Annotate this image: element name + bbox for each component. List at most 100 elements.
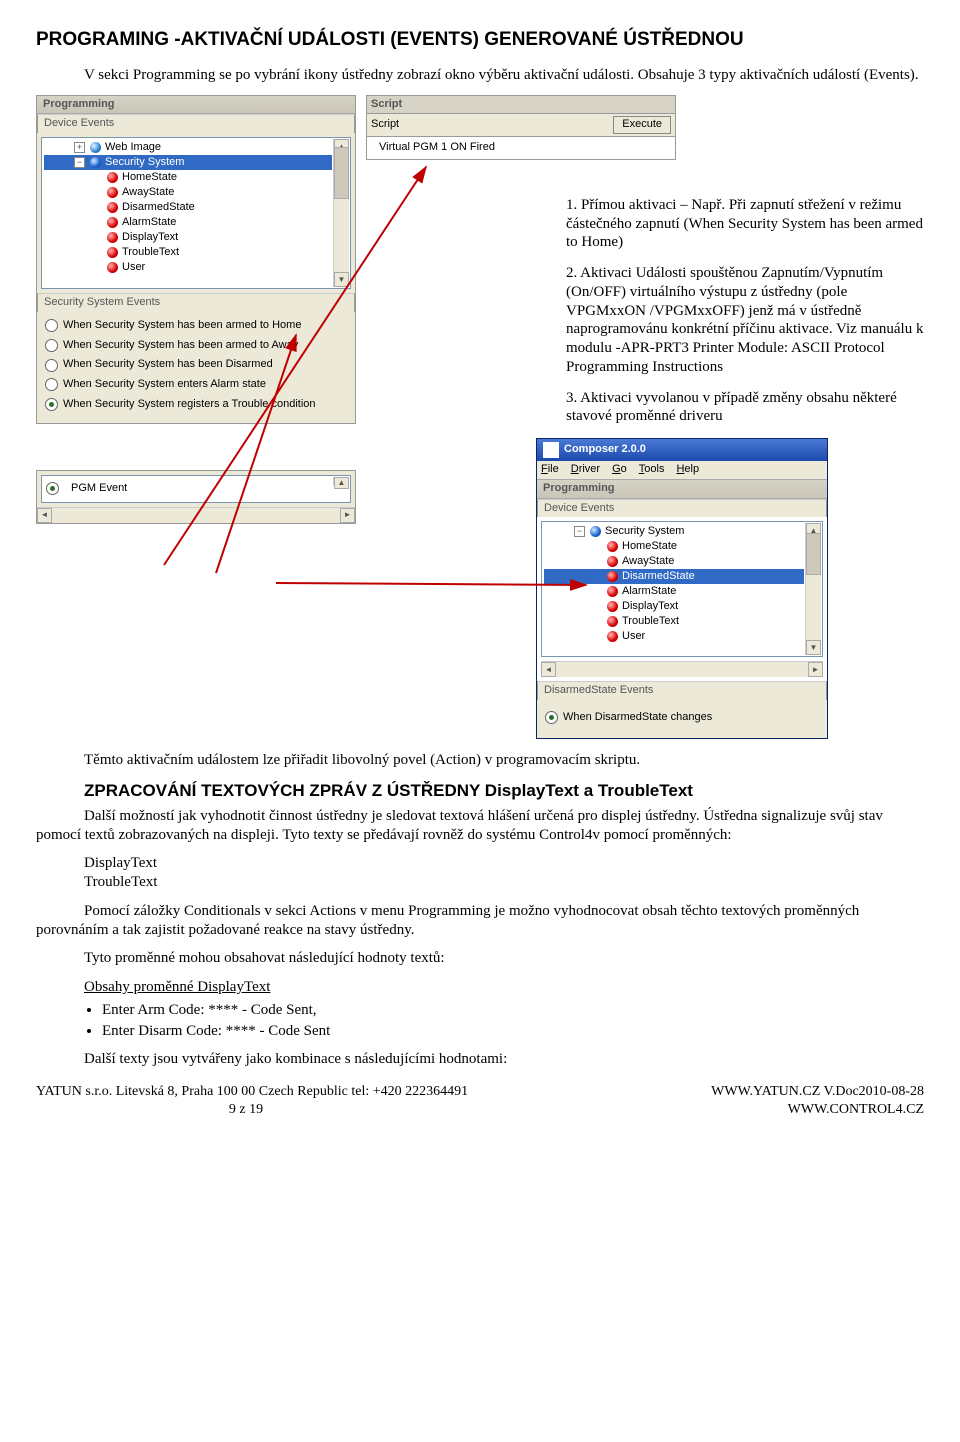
scrollbar-vertical[interactable]: ▲	[333, 477, 349, 485]
state-icon	[106, 262, 118, 274]
tree-item-security-system[interactable]: −Security System	[544, 524, 804, 539]
scroll-right-icon[interactable]: ►	[340, 508, 355, 523]
page-footer: YATUN s.r.o. Litevská 8, Praha 100 00 Cz…	[36, 1083, 924, 1118]
state-icon	[106, 202, 118, 214]
paragraph-conditionals: Pomocí záložky Conditionals v sekci Acti…	[36, 902, 924, 940]
security-system-events-label: Security System Events	[37, 293, 355, 312]
tree-item-web-image[interactable]: +Web Image	[44, 140, 332, 155]
security-icon	[589, 526, 601, 538]
script-title: Script	[371, 98, 402, 112]
tree-item-awaystate[interactable]: AwayState	[44, 185, 332, 200]
state-icon	[606, 601, 618, 613]
state-icon	[106, 217, 118, 229]
menu-driver[interactable]: Driver	[571, 463, 600, 477]
scrollbar-horizontal[interactable]: ◄ ►	[541, 661, 823, 677]
event-radio-disarmedstate-changes[interactable]: When DisarmedState changes	[537, 708, 827, 728]
state-icon	[106, 172, 118, 184]
menu-help[interactable]: Help	[676, 463, 699, 477]
tree-item-awaystate[interactable]: AwayState	[544, 554, 804, 569]
scroll-right-icon[interactable]: ►	[808, 662, 823, 677]
composer-app-icon	[543, 442, 559, 458]
state-icon	[606, 541, 618, 553]
tree-item-homestate[interactable]: HomeState	[544, 539, 804, 554]
execute-button[interactable]: Execute	[613, 116, 671, 134]
tree-item-security-system[interactable]: −Security System	[44, 155, 332, 170]
tree-item-troubletext[interactable]: TroubleText	[44, 245, 332, 260]
menu-bar[interactable]: File Driver Go Tools Help	[537, 461, 827, 480]
menu-file[interactable]: File	[541, 463, 559, 477]
composer-window: Composer 2.0.0 File Driver Go Tools Help…	[536, 438, 828, 739]
variable-displaytext: DisplayText	[84, 854, 924, 873]
tree-item-alarmstate[interactable]: AlarmState	[44, 215, 332, 230]
heading-text-processing: ZPRACOVÁNÍ TEXTOVÝCH ZPRÁV Z ÚSTŘEDNY Di…	[84, 780, 924, 801]
paragraph-text-messages: Další možností jak vyhodnotit činnost ús…	[36, 807, 924, 845]
scrollbar-horizontal[interactable]: ◄ ►	[37, 507, 355, 523]
footer-url-yatun: WWW.YATUN.CZ V.Doc2010-08-28	[711, 1083, 924, 1101]
scroll-down-icon[interactable]: ▼	[806, 640, 821, 655]
numbered-item-3: 3. Aktivaci vyvolanou v případě změny ob…	[566, 389, 924, 427]
collapse-icon[interactable]: −	[574, 526, 585, 537]
state-icon	[606, 571, 618, 583]
programming-panel: Programming Device Events +Web Image −Se…	[36, 95, 356, 424]
event-radio-alarm-state[interactable]: When Security System enters Alarm state	[37, 375, 355, 395]
footer-company-line: YATUN s.r.o. Litevská 8, Praha 100 00 Cz…	[36, 1083, 468, 1101]
tree-item-disarmedstate[interactable]: DisarmedState	[44, 200, 332, 215]
state-icon	[106, 187, 118, 199]
expand-icon[interactable]: +	[74, 142, 85, 153]
pgm-event-label: PGM Event	[71, 482, 127, 496]
numbered-item-1: 1. Přímou aktivaci – Např. Při zapnutí s…	[566, 196, 924, 252]
footer-url-control4: WWW.CONTROL4.CZ	[711, 1101, 924, 1119]
heading-displaytext-contents: Obsahy proměnné DisplayText	[84, 978, 924, 997]
disarmedstate-events-label: DisarmedState Events	[537, 681, 827, 700]
state-icon	[106, 247, 118, 259]
numbered-item-2: 2. Aktivaci Události spouštěnou Zapnutím…	[566, 264, 924, 377]
scroll-up-icon[interactable]: ▲	[334, 477, 349, 489]
event-radio-trouble-condition[interactable]: When Security System registers a Trouble…	[37, 395, 355, 415]
tree-item-homestate[interactable]: HomeState	[44, 170, 332, 185]
state-icon	[606, 556, 618, 568]
security-icon	[89, 157, 101, 169]
state-icon	[606, 616, 618, 628]
event-radio-disarmed[interactable]: When Security System has been Disarmed	[37, 355, 355, 375]
pgm-event-panel: PGM Event ▲ ◄ ►	[36, 470, 356, 524]
paragraph-variable-values-intro: Tyto proměnné mohou obsahovat následujíc…	[84, 949, 924, 968]
scroll-left-icon[interactable]: ◄	[541, 662, 556, 677]
event-radio-armed-away[interactable]: When Security System has been armed to A…	[37, 336, 355, 356]
composer-title: Composer 2.0.0	[564, 443, 646, 457]
tree-item-alarmstate[interactable]: AlarmState	[544, 584, 804, 599]
paragraph-more-texts: Další texty jsou vytvářeny jako kombinac…	[84, 1050, 924, 1069]
page-title: PROGRAMING -AKTIVAČNÍ UDÁLOSTI (EVENTS) …	[36, 28, 924, 52]
composer-programming-title: Programming	[537, 480, 827, 499]
pgm-event-radio[interactable]	[46, 482, 59, 495]
paragraph-assign-action: Těmto aktivačním událostem lze přiřadit …	[84, 751, 924, 770]
menu-tools[interactable]: Tools	[639, 463, 665, 477]
state-icon	[606, 586, 618, 598]
state-icon	[106, 232, 118, 244]
event-radio-armed-home[interactable]: When Security System has been armed to H…	[37, 316, 355, 336]
scroll-left-icon[interactable]: ◄	[37, 508, 52, 523]
footer-page-number: 9 z 19	[36, 1101, 456, 1119]
programming-title: Programming	[37, 96, 355, 115]
tree-item-troubletext[interactable]: TroubleText	[544, 614, 804, 629]
tree-item-disarmedstate[interactable]: DisarmedState	[544, 569, 804, 584]
script-panel: Script Script Execute Virtual PGM 1 ON F…	[366, 95, 676, 160]
tree-item-displaytext[interactable]: DisplayText	[44, 230, 332, 245]
variable-troubletext: TroubleText	[84, 873, 924, 892]
composer-device-events-label: Device Events	[537, 499, 827, 518]
tree-item-displaytext[interactable]: DisplayText	[544, 599, 804, 614]
intro-paragraph: V sekci Programming se po vybrání ikony …	[84, 66, 924, 85]
state-icon	[606, 631, 618, 643]
collapse-icon[interactable]: −	[74, 157, 85, 168]
bullet-disarm-code: Enter Disarm Code: **** - Code Sent	[102, 1022, 924, 1041]
globe-icon	[89, 142, 101, 154]
script-subtitle: Script	[371, 118, 399, 132]
scroll-down-icon[interactable]: ▼	[334, 272, 349, 287]
tree-item-user[interactable]: User	[44, 260, 332, 275]
scrollbar-vertical[interactable]: ▲ ▼	[333, 139, 349, 287]
menu-go[interactable]: Go	[612, 463, 627, 477]
device-events-label: Device Events	[37, 114, 355, 133]
tree-item-user[interactable]: User	[544, 629, 804, 644]
scrollbar-vertical[interactable]: ▲ ▼	[805, 523, 821, 655]
script-line: Virtual PGM 1 ON Fired	[379, 141, 495, 155]
bullet-arm-code: Enter Arm Code: **** - Code Sent,	[102, 1001, 924, 1020]
